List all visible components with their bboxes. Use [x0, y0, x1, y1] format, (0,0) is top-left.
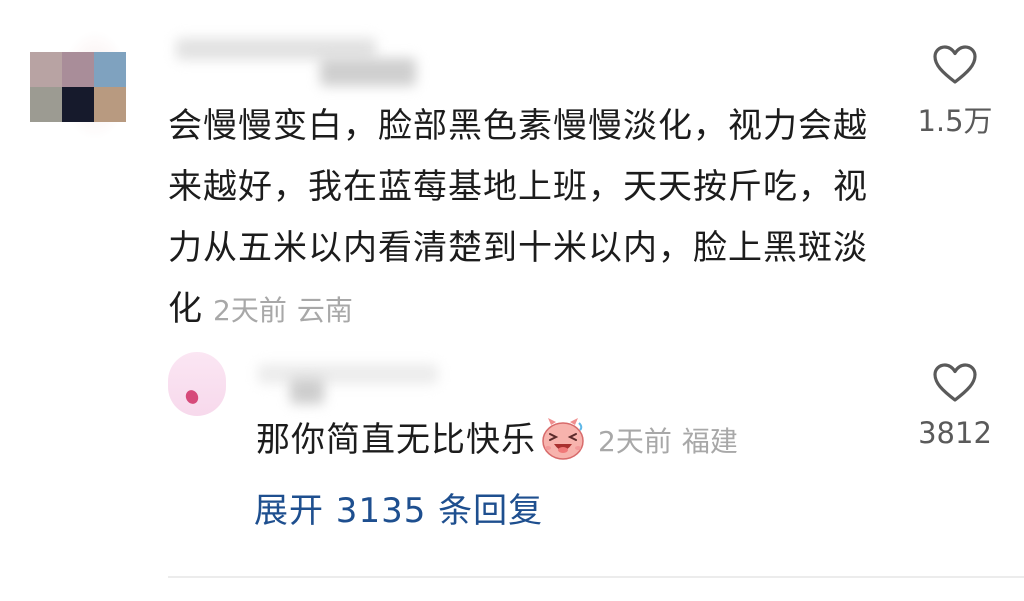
- heart-outline-icon: [933, 363, 977, 402]
- reply-username-blurred: [290, 378, 324, 404]
- comment-location: 云南: [296, 294, 353, 327]
- avatar-tile: [62, 52, 94, 87]
- reply-text: 那你简直无比快乐: [256, 420, 536, 460]
- avatar-tile: [94, 87, 126, 122]
- commenter-username-blurred[interactable]: [176, 38, 376, 60]
- reply-time: 2天前: [598, 424, 672, 458]
- comment-thread: 会慢慢变白，脸部黑色素慢慢淡化，视力会越来越好，我在蓝莓基地上班，天天按斤吃，视…: [0, 0, 1024, 601]
- avatar-tile: [62, 87, 94, 122]
- reply-avatar[interactable]: [168, 352, 226, 416]
- comment-like-count: 1.5万: [917, 104, 993, 138]
- avatar-mark: [183, 388, 201, 406]
- comment-like-button[interactable]: 1.5万: [910, 44, 1000, 140]
- reply-like-button[interactable]: 3812: [910, 362, 1000, 450]
- avatar-tile: [30, 52, 62, 87]
- reply-body: 那你简直无比快乐 2天前 福建: [256, 414, 738, 468]
- reply-meta: 2天前 福建: [598, 425, 738, 458]
- comment-meta: 2天前 云南: [213, 294, 353, 327]
- comment-body: 会慢慢变白，脸部黑色素慢慢淡化，视力会越来越好，我在蓝莓基地上班，天天按斤吃，视…: [168, 96, 888, 341]
- commenter-avatar[interactable]: [30, 52, 126, 122]
- avatar-tile: [30, 87, 62, 122]
- reply-username-blurred[interactable]: [258, 364, 438, 384]
- heart-outline-icon: [933, 45, 977, 84]
- commenter-username-blurred: [320, 58, 416, 86]
- reply-location: 福建: [681, 424, 738, 458]
- laughing-pig-emoji: [542, 417, 584, 460]
- avatar-tile: [94, 52, 126, 87]
- reply-like-count: 3812: [918, 416, 992, 450]
- expand-replies-link[interactable]: 展开 3135 条回复: [254, 486, 543, 536]
- comment-time: 2天前: [213, 294, 287, 327]
- divider: [168, 576, 1024, 578]
